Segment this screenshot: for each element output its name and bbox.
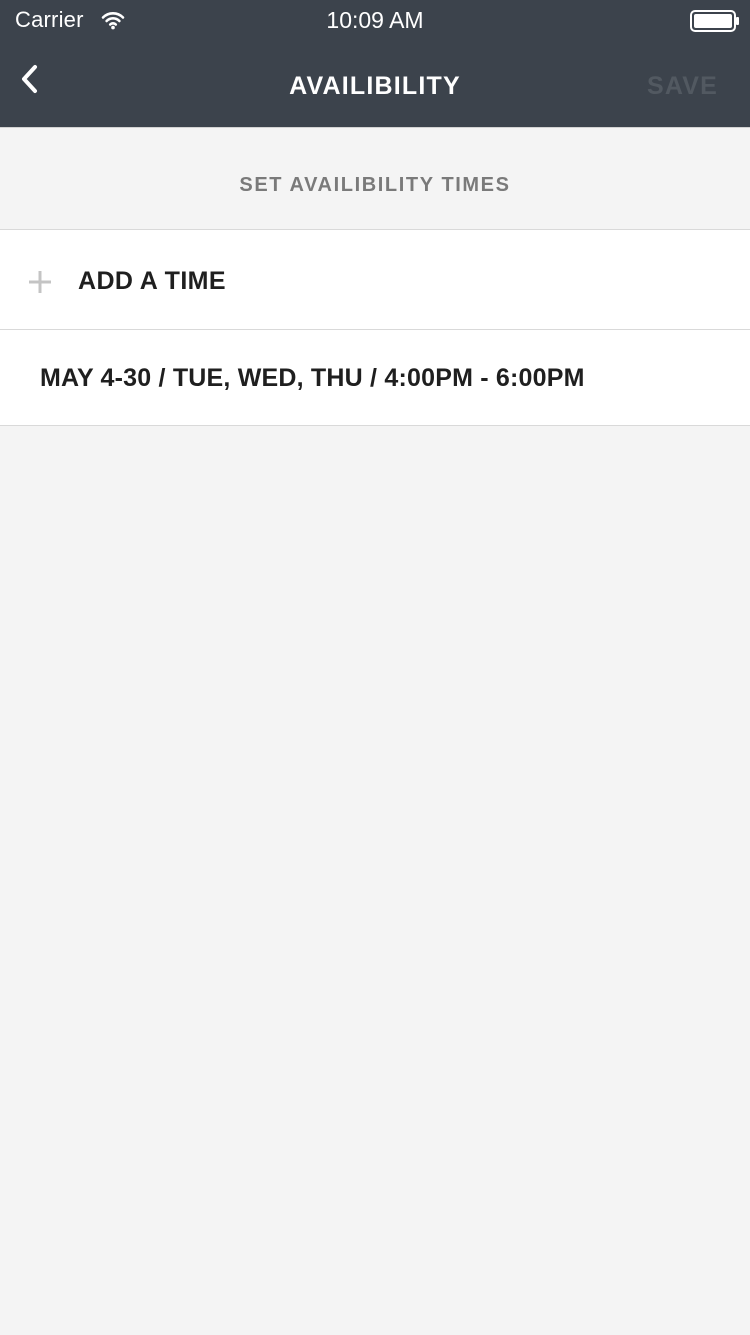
save-button[interactable]: SAVE: [647, 71, 718, 101]
navigation-bar: AVAILIBILITY SAVE: [0, 40, 750, 127]
top-bar: Carrier 10:09 AM AVAILIBILITY SAVE: [0, 0, 750, 127]
add-time-row[interactable]: ADD A TIME: [0, 230, 750, 330]
list-item[interactable]: MAY 4-30 / TUE, WED, THU / 4:00PM - 6:00…: [0, 330, 750, 426]
availability-list: ADD A TIME MAY 4-30 / TUE, WED, THU / 4:…: [0, 229, 750, 426]
status-bar: Carrier 10:09 AM: [0, 0, 750, 40]
section-title: SET AVAILIBILITY TIMES: [239, 174, 511, 196]
plus-icon: [29, 271, 51, 293]
battery-icon: [690, 10, 740, 32]
add-time-label: ADD A TIME: [78, 267, 226, 295]
page-title: AVAILIBILITY: [289, 72, 461, 100]
status-time: 10:09 AM: [326, 7, 424, 33]
availability-time-label: MAY 4-30 / TUE, WED, THU / 4:00PM - 6:00…: [40, 364, 585, 392]
section-header: SET AVAILIBILITY TIMES: [0, 127, 750, 229]
